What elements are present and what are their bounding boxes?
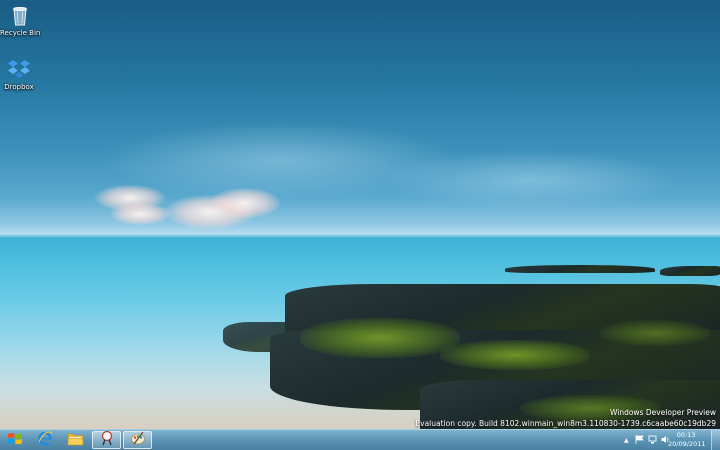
desktop-icon-dropbox[interactable]: Dropbox: [0, 57, 39, 91]
dropbox-icon: [7, 57, 31, 81]
desktop-icon-label: Recycle Bin: [0, 29, 41, 37]
action-center-flag-icon[interactable]: [635, 434, 644, 446]
windows-logo-icon: [7, 431, 23, 450]
show-desktop-button[interactable]: [711, 430, 720, 450]
clock[interactable]: 00:13 20/09/2011: [668, 431, 706, 449]
taskbar: ▲ 00:13 20/09/2011: [0, 429, 720, 450]
clock-time: 00:13: [676, 431, 696, 439]
network-icon[interactable]: [648, 435, 657, 446]
moss: [600, 320, 710, 346]
moss: [300, 318, 460, 358]
tray-area: ▲: [624, 430, 670, 450]
taskbar-windows-explorer[interactable]: [61, 431, 90, 449]
internet-explorer-icon: [37, 430, 53, 450]
folder-icon: [67, 431, 84, 450]
sky-haze: [380, 150, 680, 210]
taskbar-snipping-tool[interactable]: [92, 430, 121, 450]
watermark-build: Evaluation copy. Build 8102.winmain_win8…: [415, 419, 716, 428]
cloud: [110, 203, 170, 225]
moss: [440, 340, 590, 370]
taskbar-paint[interactable]: [123, 431, 152, 449]
desktop-wallpaper: Recycle Bin Dropbox Windows Developer Pr…: [0, 0, 720, 429]
taskbar-internet-explorer[interactable]: [30, 431, 59, 449]
recycle-bin-icon: [8, 3, 32, 27]
clock-date: 20/09/2011: [668, 440, 706, 448]
start-button[interactable]: [2, 430, 28, 450]
distant-rock: [505, 265, 655, 273]
desktop-icon-label: Dropbox: [4, 83, 34, 91]
desktop-icon-recycle-bin[interactable]: Recycle Bin: [0, 3, 40, 37]
paint-icon: [130, 430, 146, 450]
watermark-title: Windows Developer Preview: [609, 408, 716, 417]
show-hidden-icons-button[interactable]: ▲: [624, 437, 629, 444]
distant-rock: [660, 266, 720, 276]
cloud: [210, 188, 280, 218]
snipping-tool-icon: [99, 430, 115, 450]
